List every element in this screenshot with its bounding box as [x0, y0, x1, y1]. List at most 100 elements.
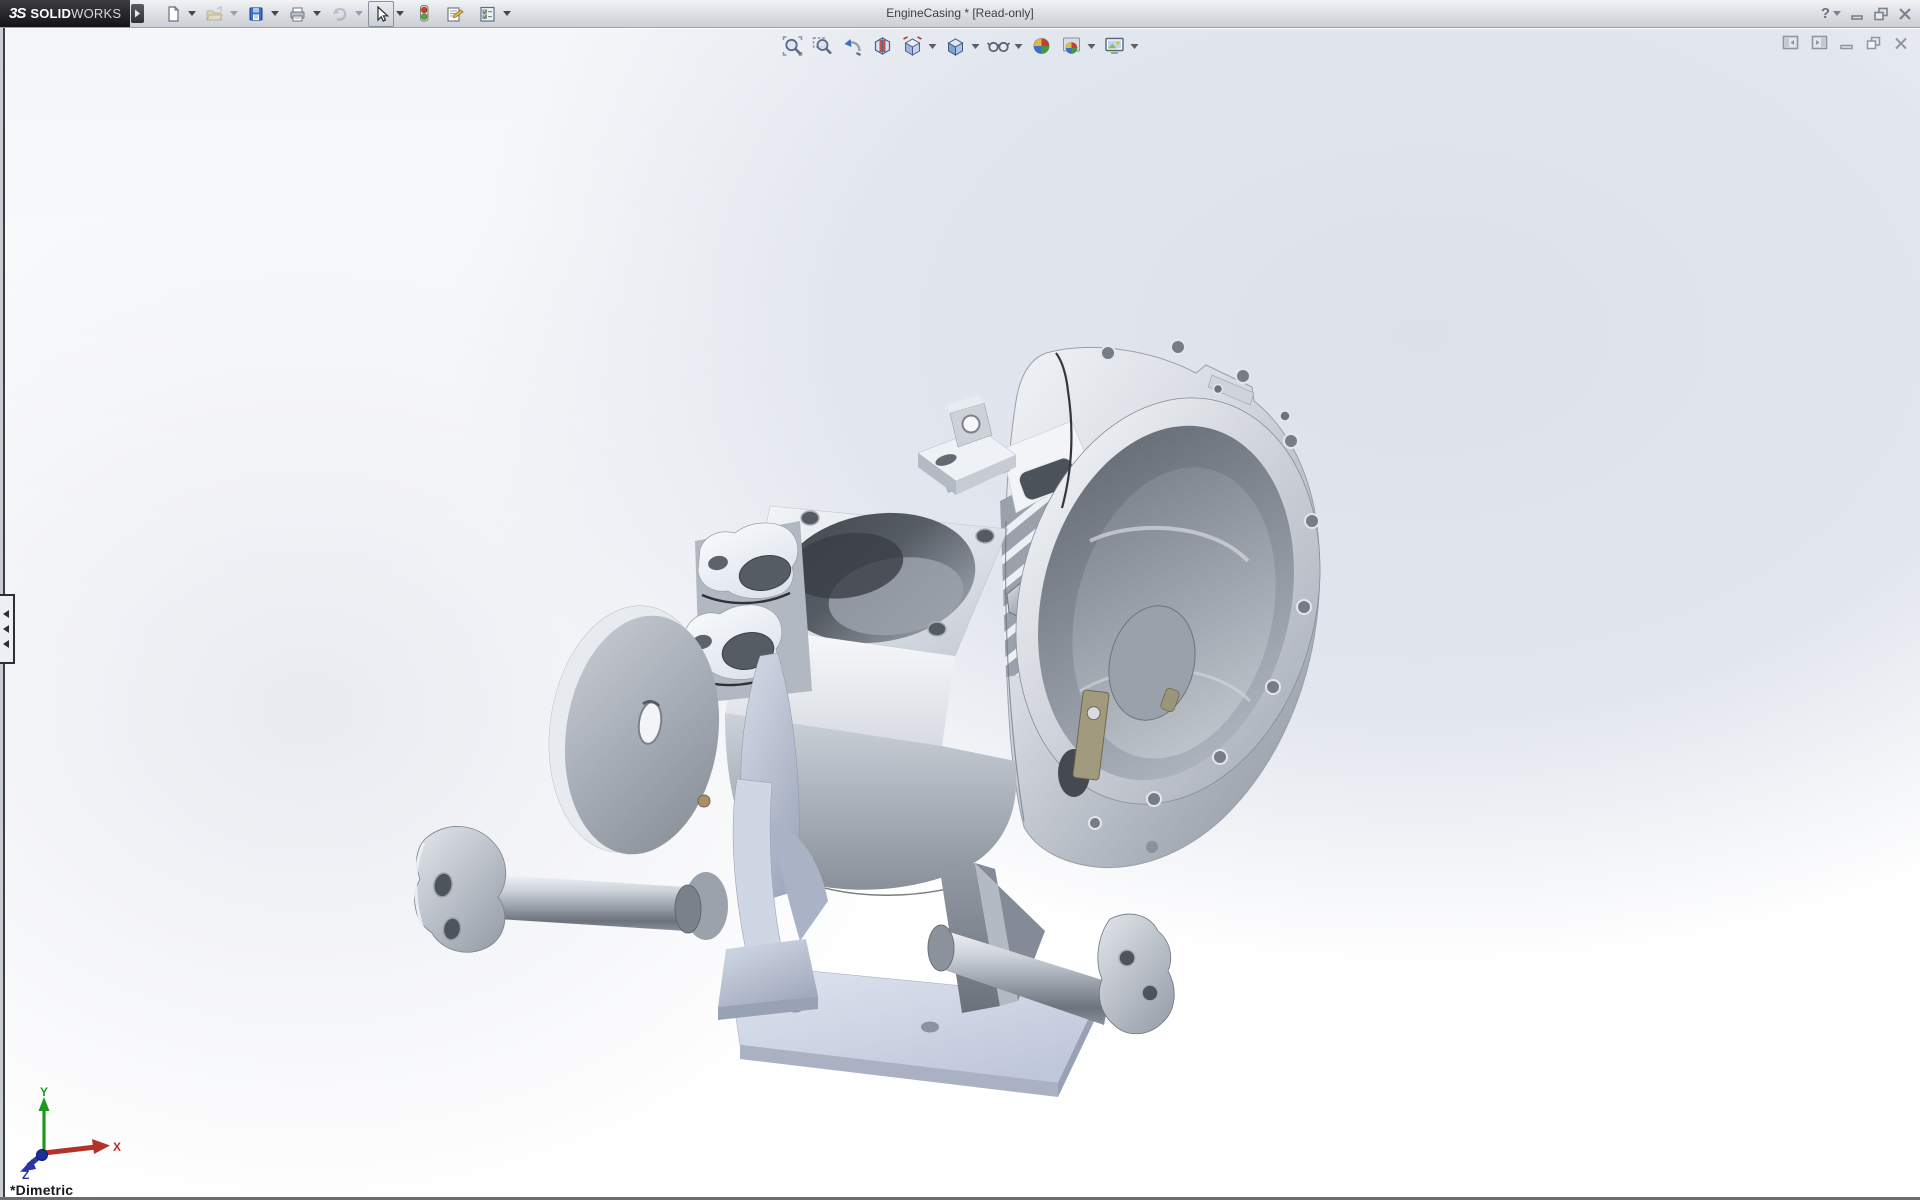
select-dropdown[interactable]	[394, 2, 405, 26]
restore-window-button[interactable]	[1873, 7, 1889, 21]
pane-left-toggle-button[interactable]	[1782, 35, 1799, 50]
dropdown-caret-icon	[929, 44, 937, 49]
open-folder-icon	[205, 5, 224, 23]
open-dropdown[interactable]	[228, 2, 239, 26]
menu-flyout-button[interactable]	[131, 4, 144, 23]
open-button[interactable]	[201, 1, 228, 27]
triad-x-axis	[44, 1147, 96, 1153]
document-title: EngineCasing * [Read-only]	[886, 0, 1033, 27]
restore-icon	[1873, 7, 1889, 21]
view-orientation-label: *Dimetric	[10, 1182, 73, 1198]
hide-show-items-dropdown[interactable]	[1014, 33, 1024, 59]
view-orientation-button[interactable]	[900, 33, 926, 59]
engine-casing-geometry	[415, 340, 1362, 1097]
dropdown-caret-icon	[355, 11, 363, 16]
dropdown-caret-icon	[1131, 44, 1139, 49]
dropdown-caret-icon	[271, 11, 279, 16]
graphics-area[interactable]: Y X Z *Dimetric	[0, 28, 1920, 1201]
zoom-to-area-icon	[812, 35, 834, 57]
flyout-arrow-icon	[134, 9, 141, 18]
minimize-icon	[1850, 7, 1864, 21]
triad-origin	[37, 1150, 48, 1161]
close-document-button[interactable]	[1894, 36, 1908, 50]
view-settings-button[interactable]	[1102, 33, 1128, 59]
view-settings-dropdown[interactable]	[1130, 33, 1140, 59]
headsup-view-toolbar	[778, 33, 1143, 59]
triad-z-label: Z	[22, 1168, 29, 1179]
display-style-dropdown[interactable]	[971, 33, 981, 59]
display-style-button[interactable]	[943, 33, 969, 59]
zoom-to-fit-button[interactable]	[780, 33, 806, 59]
print-button[interactable]	[284, 1, 311, 27]
close-icon	[1898, 7, 1912, 21]
file-properties-button[interactable]	[441, 1, 468, 27]
save-floppy-icon	[247, 5, 265, 23]
undo-button[interactable]	[326, 1, 353, 27]
brand-text-works: WORKS	[71, 6, 121, 21]
dropdown-caret-icon	[1088, 44, 1096, 49]
pane-right-toggle-button[interactable]	[1811, 35, 1828, 50]
rebuild-button[interactable]	[413, 1, 435, 27]
section-view-button[interactable]	[870, 33, 896, 59]
hide-show-items-button[interactable]	[986, 33, 1012, 59]
engine-casing-model[interactable]	[0, 29, 1920, 1201]
select-button[interactable]	[368, 1, 394, 27]
window-controls: ?	[1821, 0, 1912, 27]
previous-view-icon	[842, 35, 864, 57]
help-icon: ?	[1821, 5, 1830, 22]
new-document-button[interactable]	[160, 1, 186, 27]
print-icon	[288, 5, 307, 23]
brand-text-solid: SOLID	[30, 6, 71, 21]
apply-scene-icon	[1061, 35, 1083, 57]
edit-appearance-ball-icon	[1031, 35, 1053, 57]
triad-y-arrowhead	[39, 1097, 50, 1111]
title-bar: 3S SOLIDWORKS	[0, 0, 1920, 28]
options-button[interactable]	[474, 1, 501, 27]
dropdown-caret-icon	[188, 11, 196, 16]
help-button[interactable]: ?	[1821, 5, 1841, 22]
apply-scene-button[interactable]	[1059, 33, 1085, 59]
minimize-document-icon	[1840, 36, 1854, 50]
dropdown-caret-icon	[230, 11, 238, 16]
dropdown-caret-icon	[972, 44, 980, 49]
reference-triad: Y X Z	[14, 1087, 124, 1179]
help-dropdown-caret-icon	[1833, 11, 1841, 16]
new-document-icon	[164, 5, 182, 23]
save-dropdown[interactable]	[269, 2, 280, 26]
options-dropdown[interactable]	[501, 2, 512, 26]
dropdown-caret-icon	[503, 11, 511, 16]
new-document-dropdown[interactable]	[186, 2, 197, 26]
solidworks-logo-mark-icon: 3S	[9, 5, 25, 22]
pane-right-toggle-icon	[1811, 35, 1828, 50]
restore-document-button[interactable]	[1866, 36, 1882, 50]
previous-view-button[interactable]	[840, 33, 866, 59]
dropdown-caret-icon	[396, 11, 404, 16]
undo-dropdown[interactable]	[353, 2, 364, 26]
zoom-to-area-button[interactable]	[810, 33, 836, 59]
triad-x-arrowhead	[92, 1139, 110, 1154]
save-button[interactable]	[243, 1, 269, 27]
document-window-controls	[1782, 35, 1908, 50]
minimize-window-button[interactable]	[1850, 7, 1864, 21]
view-orientation-dropdown[interactable]	[928, 33, 938, 59]
display-style-icon	[945, 35, 967, 57]
options-checklist-icon	[478, 5, 497, 23]
file-properties-icon	[445, 5, 464, 23]
minimize-document-button[interactable]	[1840, 36, 1854, 50]
collapse-arrow-icon	[3, 640, 10, 648]
apply-scene-dropdown[interactable]	[1087, 33, 1097, 59]
feature-manager-flyout-tab[interactable]	[0, 594, 15, 664]
zoom-to-fit-icon	[782, 35, 804, 57]
close-window-button[interactable]	[1898, 7, 1912, 21]
hide-show-items-glasses-icon	[987, 35, 1011, 57]
select-cursor-icon	[372, 5, 390, 23]
close-document-icon	[1894, 36, 1908, 50]
print-dropdown[interactable]	[311, 2, 322, 26]
collapse-arrow-icon	[3, 625, 10, 633]
edit-appearance-button[interactable]	[1029, 33, 1055, 59]
view-settings-icon	[1104, 35, 1126, 57]
restore-document-icon	[1866, 36, 1882, 50]
view-orientation-icon	[902, 35, 924, 57]
menu-bar-toolbar	[160, 1, 516, 26]
rebuild-traffic-light-icon	[417, 4, 431, 23]
